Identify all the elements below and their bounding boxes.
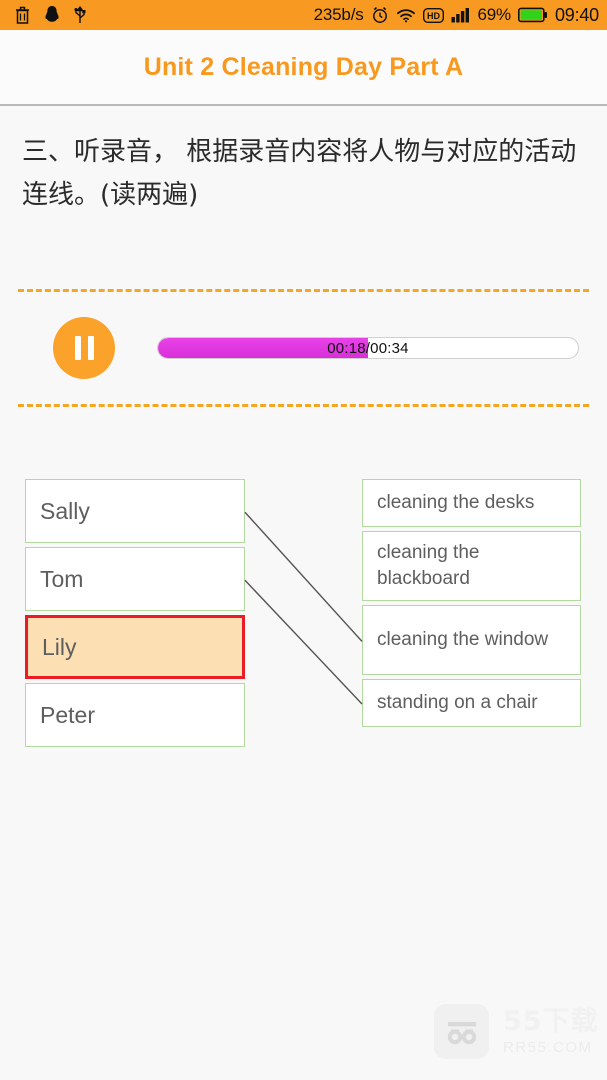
- alarm-clock-icon: [371, 6, 389, 24]
- activity-option[interactable]: cleaning the blackboard: [362, 531, 581, 601]
- person-option[interactable]: Tom: [25, 547, 245, 611]
- activity-option[interactable]: standing on a chair: [362, 679, 581, 727]
- page-title: Unit 2 Cleaning Day Part A: [143, 52, 464, 81]
- activity-option[interactable]: cleaning the desks: [362, 479, 581, 527]
- person-option-label: Sally: [40, 497, 90, 524]
- question-text: 三、听录音， 根据录音内容将人物与对应的活动连线。(读两遍): [22, 137, 577, 210]
- watermark: 55下载 RR55.COM: [434, 1004, 599, 1059]
- activities-column: cleaning the desks cleaning the blackboar…: [362, 479, 581, 731]
- matching-exercise: Sally Tom Lily Peter cleaning the desks clea…: [0, 479, 607, 769]
- trash-icon: [14, 5, 31, 25]
- battery-icon: [517, 7, 548, 23]
- audio-time-label: 00:18/00:34: [327, 339, 409, 357]
- person-option[interactable]: Sally: [25, 479, 245, 543]
- activity-option-label: cleaning the desks: [377, 492, 535, 513]
- pause-button[interactable]: [53, 317, 115, 379]
- activity-option-label: standing on a chair: [377, 692, 538, 713]
- person-option-label: Tom: [40, 565, 84, 592]
- usb-icon: [73, 5, 87, 25]
- activity-option[interactable]: cleaning the window: [362, 605, 581, 675]
- people-column: Sally Tom Lily Peter: [25, 479, 245, 751]
- person-option-label: Lily: [42, 633, 77, 660]
- signal-bars-icon: [451, 7, 471, 23]
- audio-player: 00:18/00:34: [18, 289, 589, 407]
- audio-progress-bar[interactable]: 00:18/00:34: [157, 337, 579, 359]
- svg-text:HD: HD: [427, 11, 440, 21]
- hd-icon: HD: [422, 7, 444, 23]
- watermark-text: 55下载 RR55.COM: [503, 1008, 599, 1055]
- person-option-label: Peter: [40, 701, 95, 728]
- clock-label: 09:40: [554, 4, 599, 25]
- status-bar-left-icons: [14, 5, 87, 25]
- app-root: 235b/s HD 69% 09:40 Unit 2 Cleaning Day …: [0, 0, 607, 1080]
- activity-option-label: cleaning the window: [377, 629, 549, 650]
- activity-option-label: cleaning the blackboard: [377, 542, 480, 589]
- pause-icon: [74, 336, 81, 360]
- watermark-logo-icon: [434, 1004, 489, 1059]
- wifi-icon: [396, 7, 416, 23]
- battery-percent-label: 69%: [477, 5, 512, 24]
- status-bar-right-icons: 235b/s HD 69% 09:40: [313, 4, 600, 26]
- pause-icon-second-bar: [87, 336, 94, 360]
- player-controls-row: 00:18/00:34: [18, 292, 589, 404]
- person-option[interactable]: Peter: [25, 683, 245, 747]
- watermark-brand-en: RR55.COM: [503, 1039, 593, 1056]
- title-bar: Unit 2 Cleaning Day Part A: [0, 30, 607, 106]
- player-divider-bottom: [18, 404, 589, 407]
- status-bar: 235b/s HD 69% 09:40: [0, 0, 607, 30]
- network-speed-label: 235b/s: [313, 5, 364, 24]
- qq-penguin-icon: [44, 5, 60, 25]
- watermark-brand-cn: 55下载: [503, 1006, 599, 1037]
- person-option[interactable]: Lily: [25, 615, 245, 679]
